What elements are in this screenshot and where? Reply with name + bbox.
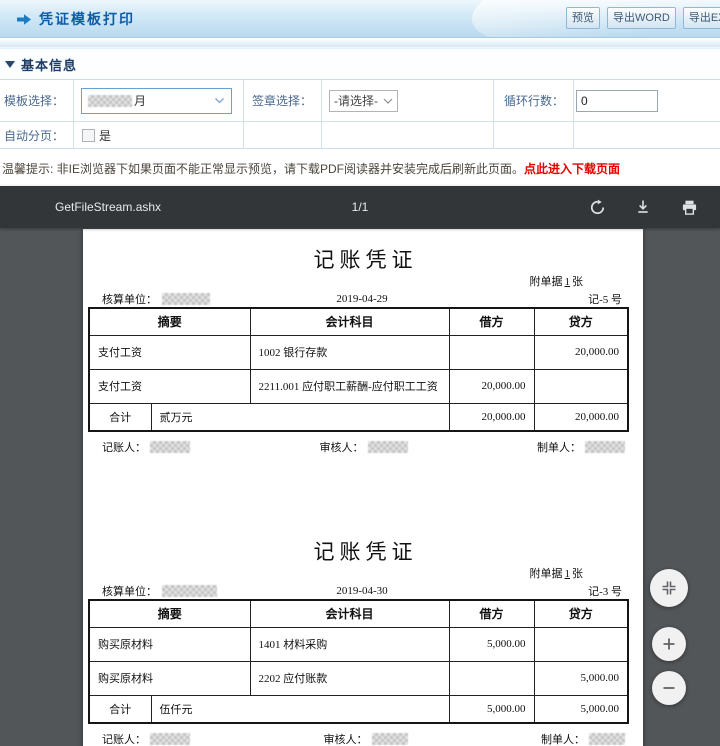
redacted-bookkeeper <box>150 732 190 745</box>
pdf-filename: GetFileStream.ashx <box>55 200 162 214</box>
voucher-title: 记账凭证 <box>313 248 418 272</box>
redacted-auditor <box>371 732 408 745</box>
preparer-label: 制单人： <box>541 733 585 746</box>
table-row: 购买原材料 2202 应付账款 5,000.00 <box>88 660 629 696</box>
auditor-label: 审核人： <box>323 733 368 746</box>
attachment-count: 1 <box>564 276 571 288</box>
signature-select[interactable]: -请选择- <box>329 89 398 112</box>
collapse-triangle-icon <box>5 61 15 73</box>
redacted-auditor <box>367 440 408 453</box>
redacted-unit-name <box>162 585 217 597</box>
download-icon[interactable] <box>634 198 652 216</box>
bookkeeper-label: 记账人： <box>102 733 146 746</box>
voucher-number: 记-3 号 <box>588 586 622 598</box>
col-account: 会计科目 <box>249 599 450 628</box>
col-debit: 借方 <box>448 307 535 336</box>
signature-select-value: -请选择- <box>334 94 378 108</box>
browser-notice: 温馨提示: 非IE浏览器下如果页面不能正常显示预览，请下载PDF阅读器并安装完成… <box>0 149 720 187</box>
pdf-canvas[interactable]: 记账凭证 附单据 1 张 核算单位： 2019-04-29 记-5 号 摘要 会计科… <box>0 228 720 746</box>
redacted-template-name <box>88 94 132 107</box>
header-divider-strip <box>0 38 720 48</box>
loop-rows-input[interactable] <box>576 89 658 112</box>
download-page-link[interactable]: 点此进入下载页面 <box>524 162 620 176</box>
auto-page-checkbox[interactable] <box>82 128 95 142</box>
table-row: 支付工资 1002 银行存款 20,000.00 <box>88 334 629 370</box>
app-header: 凭证模板打印 预览 导出WORD 导出EXCEL <box>0 0 720 38</box>
col-credit: 贷方 <box>533 307 629 336</box>
page-title: 凭证模板打印 <box>39 11 135 27</box>
export-word-button[interactable]: 导出WORD <box>607 7 676 29</box>
table-total-row: 合计 伍仟元 5,000.00 5,000.00 <box>88 694 629 724</box>
voucher-title: 记账凭证 <box>313 540 418 564</box>
voucher-date: 2019-04-30 <box>336 585 388 597</box>
preview-button[interactable]: 预览 <box>566 7 600 29</box>
col-summary: 摘要 <box>88 599 251 628</box>
unit-label: 核算单位： <box>102 294 157 306</box>
bookkeeper-label: 记账人： <box>102 441 146 454</box>
voucher-2: 记账凭证 附单据 1 张 核算单位： 2019-04-30 记-3 号 摘要 会计科… <box>83 454 643 746</box>
template-value-suffix: 月 <box>134 94 147 108</box>
print-icon[interactable] <box>680 198 698 216</box>
fit-page-button[interactable] <box>650 569 688 607</box>
voucher-meta-row: 核算单位： 2019-04-30 记-3 号 <box>83 583 643 599</box>
header-button-group: 预览 导出WORD 导出EXCEL <box>566 7 720 29</box>
col-credit: 贷方 <box>533 599 629 628</box>
section-title: 基本信息 <box>21 57 78 73</box>
unit-label: 核算单位： <box>102 586 157 598</box>
chevron-down-icon <box>383 98 393 104</box>
template-select-label: 模板选择： <box>0 80 74 122</box>
voucher-date: 2019-04-29 <box>336 293 388 305</box>
arrow-icon <box>16 13 32 26</box>
voucher-meta-row: 核算单位： 2019-04-29 记-5 号 <box>83 291 643 307</box>
rotate-icon[interactable] <box>588 198 606 216</box>
pdf-page-indicator: 1/1 <box>351 200 369 214</box>
table-row: 支付工资 2211.001 应付职工薪酬-应付职工工资 20,000.00 <box>88 368 629 404</box>
template-select[interactable]: 月 <box>81 87 232 114</box>
attachment-count-line: 附单据 1 张 <box>529 568 584 580</box>
col-account: 会计科目 <box>249 307 450 336</box>
signature-select-label: 签章选择： <box>244 80 322 122</box>
table-header-row: 摘要 会计科目 借方 贷方 <box>88 307 629 336</box>
chevron-down-icon <box>214 97 225 104</box>
empty-cell <box>494 122 574 148</box>
voucher-1: 记账凭证 附单据 1 张 核算单位： 2019-04-29 记-5 号 摘要 会计科… <box>83 229 643 454</box>
pdf-viewer: GetFileStream.ashx 1/1 记账凭证 附单据 1 张 核算单位… <box>0 186 720 746</box>
notice-text: 温馨提示: 非IE浏览器下如果页面不能正常显示预览，请下载PDF阅读器并安装完成… <box>2 162 525 176</box>
voucher-number: 记-5 号 <box>588 294 622 306</box>
voucher-table: 摘要 会计科目 借方 贷方 购买原材料 1401 材料采购 5,000.00 购… <box>88 599 630 724</box>
empty-cell <box>322 122 494 148</box>
table-header-row: 摘要 会计科目 借方 贷方 <box>88 599 629 628</box>
table-total-row: 合计 贰万元 20,000.00 20,000.00 <box>88 402 629 432</box>
col-summary: 摘要 <box>88 307 251 336</box>
voucher-signers-row: 记账人： 审核人： 制单人： <box>83 439 643 454</box>
auto-page-label: 自动分页： <box>0 122 74 148</box>
auditor-label: 审核人： <box>319 441 364 454</box>
redacted-unit-name <box>162 293 210 305</box>
attachment-count: 1 <box>564 568 571 580</box>
empty-cell <box>244 122 322 148</box>
voucher-signers-row: 记账人： 审核人： 制单人： <box>83 731 643 746</box>
preparer-label: 制单人： <box>537 441 581 454</box>
attachment-count-line: 附单据 1 张 <box>529 276 584 288</box>
auto-page-option-label: 是 <box>99 128 112 143</box>
basic-info-section-header[interactable]: 基本信息 <box>0 48 720 80</box>
redacted-preparer <box>589 732 625 745</box>
col-debit: 借方 <box>448 599 535 628</box>
export-excel-button[interactable]: 导出EXCEL <box>682 7 720 29</box>
pdf-page: 记账凭证 附单据 1 张 核算单位： 2019-04-29 记-5 号 摘要 会计科… <box>83 229 643 746</box>
loop-rows-label: 循环行数： <box>494 80 574 122</box>
pdf-toolbar: GetFileStream.ashx 1/1 <box>0 186 720 228</box>
table-row: 购买原材料 1401 材料采购 5,000.00 <box>88 626 629 662</box>
redacted-bookkeeper <box>150 440 190 453</box>
zoom-in-button[interactable] <box>652 627 686 661</box>
empty-cell <box>574 122 720 148</box>
redacted-preparer <box>585 440 625 453</box>
voucher-table: 摘要 会计科目 借方 贷方 支付工资 1002 银行存款 20,000.00 支… <box>88 307 630 432</box>
zoom-out-button[interactable] <box>652 671 686 705</box>
basic-info-form: 模板选择： 月 签章选择： -请选择- 循环行数： 自动分页： 是 <box>0 80 720 149</box>
